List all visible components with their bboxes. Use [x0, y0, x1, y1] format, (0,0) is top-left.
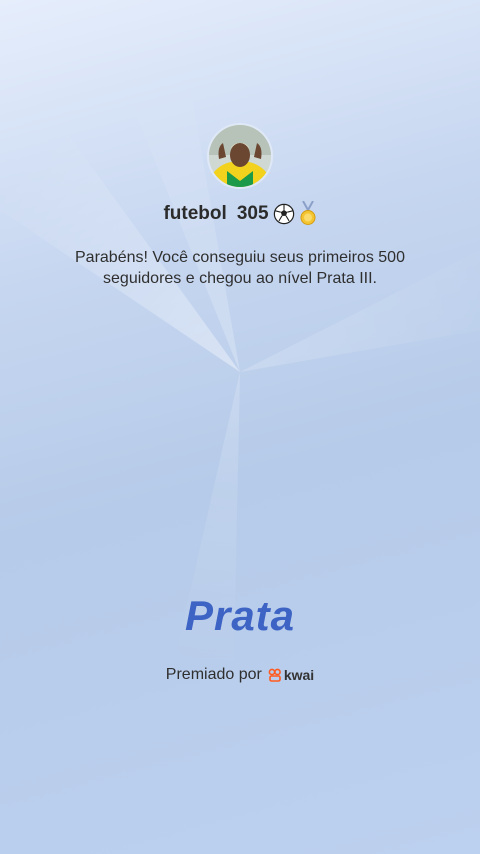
- kwai-logo: kwai: [268, 667, 314, 683]
- avatar[interactable]: [207, 123, 273, 189]
- score: 305: [236, 203, 269, 224]
- profile-name-row: futebol 305: [0, 199, 480, 229]
- soccer-ball-icon: [273, 203, 294, 225]
- award-label: Premiado por: [165, 666, 262, 683]
- player-photo: [209, 125, 271, 187]
- kwai-logo-icon: [268, 668, 281, 682]
- medal-icon: [300, 201, 316, 225]
- level-title: Prata: [184, 592, 296, 639]
- username: futebol: [163, 203, 227, 224]
- congrats-message: Parabéns! Você conseguiu seus primeiros …: [75, 249, 405, 287]
- kwai-brand-text: kwai: [283, 667, 315, 683]
- award-row: Premiado por kwai: [0, 664, 480, 686]
